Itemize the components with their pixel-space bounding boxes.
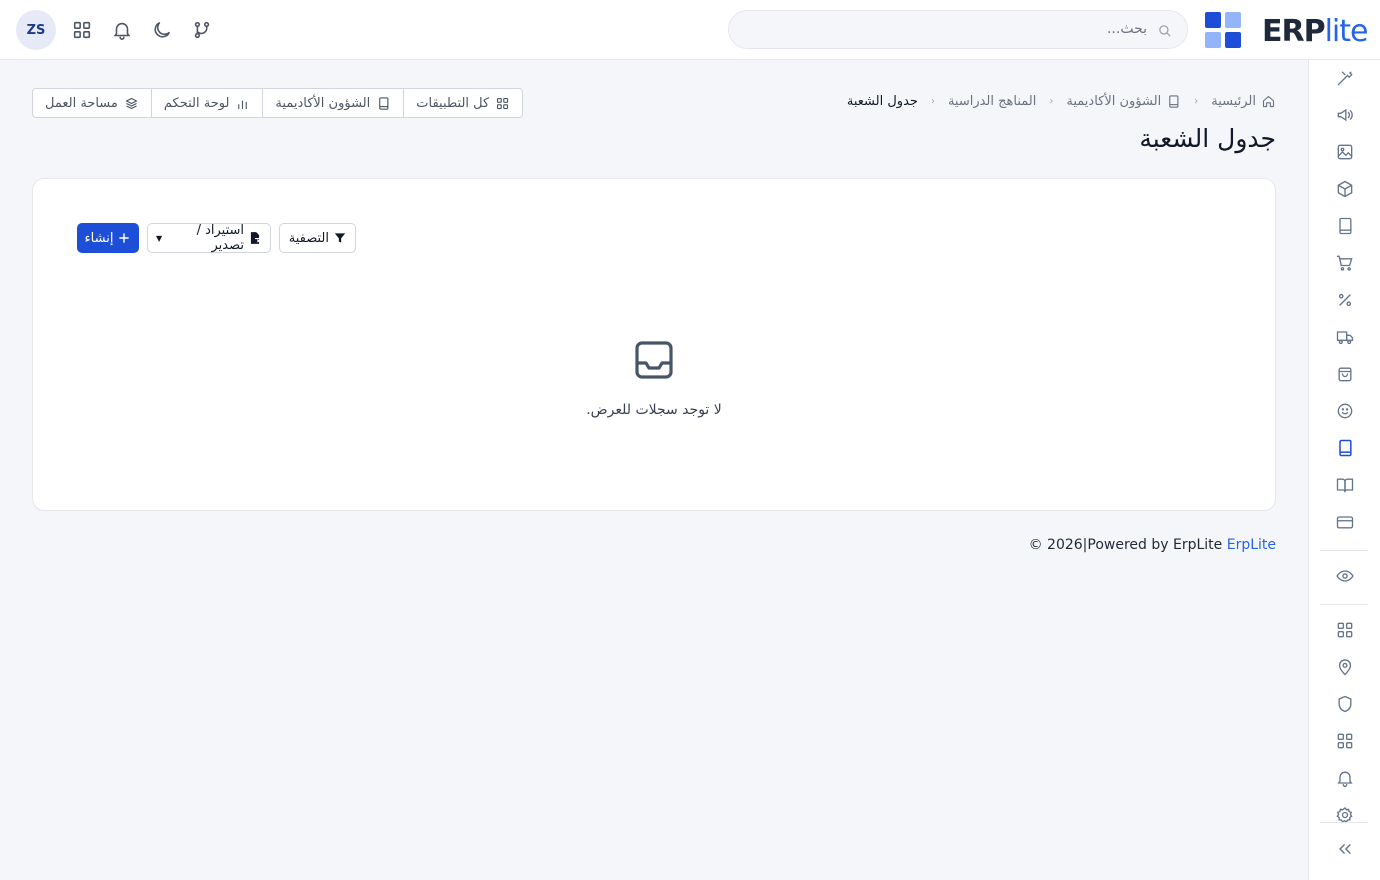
quick-nav-all-apps[interactable]: كل التطبيقات	[403, 89, 522, 117]
quick-nav-workspace[interactable]: مساحة العمل	[33, 89, 151, 117]
bell-icon[interactable]	[111, 19, 133, 41]
tools-icon[interactable]	[1335, 68, 1355, 88]
breadcrumb-label: المناهج الدراسية	[947, 94, 1037, 109]
search-placeholder: بحث...	[1106, 21, 1147, 37]
quick-nav-label: لوحة التحكم	[163, 95, 230, 111]
breadcrumb: الرئيسية ‹ الشؤون الأكاديمية ‹ المناهج ا…	[847, 94, 1276, 109]
book-icon	[1166, 94, 1181, 109]
bar-chart-icon	[235, 96, 250, 111]
footer-text: © 2026|Powered by ErpLite	[1028, 537, 1223, 553]
plus-icon	[117, 231, 131, 245]
logo-accent: lite	[1324, 14, 1369, 49]
percent-icon[interactable]	[1335, 290, 1355, 310]
breadcrumb-label: جدول الشعبة	[846, 94, 918, 109]
book-icon[interactable]	[1335, 438, 1355, 458]
apps-grid-icon[interactable]	[71, 19, 93, 41]
grid-icon[interactable]	[1335, 731, 1355, 751]
top-bar: ZS بحث... ERPlite	[0, 0, 1380, 60]
layers-icon	[124, 96, 139, 111]
breadcrumb-item-curricula[interactable]: المناهج الدراسية	[948, 94, 1036, 109]
breadcrumb-label: الشؤون الأكاديمية	[1066, 94, 1162, 109]
grid-icon	[495, 96, 510, 111]
caret-down-icon: ▼	[156, 233, 163, 243]
inbox-icon	[633, 339, 675, 381]
book-icon	[376, 96, 391, 111]
footer-brand-link[interactable]: ErpLite	[1227, 537, 1276, 553]
sidebar-divider	[1320, 550, 1368, 551]
breadcrumb-item-current: جدول الشعبة	[847, 94, 918, 109]
eye-icon[interactable]	[1335, 566, 1355, 586]
breadcrumb-label: الرئيسية	[1211, 94, 1256, 109]
book-open-icon[interactable]	[1335, 475, 1355, 495]
quick-nav-label: كل التطبيقات	[416, 95, 490, 111]
empty-state-message: لا توجد سجلات للعرض.	[586, 402, 722, 418]
home-icon	[1261, 94, 1276, 109]
filter-button[interactable]: التصفية	[279, 223, 356, 253]
file-export-icon	[248, 231, 262, 245]
image-icon[interactable]	[1335, 142, 1355, 162]
search-input[interactable]: بحث...	[728, 10, 1188, 49]
chevron-left-icon: ‹	[930, 96, 935, 107]
truck-icon[interactable]	[1335, 327, 1355, 347]
shopping-bag-icon[interactable]	[1335, 364, 1355, 384]
notebook-icon[interactable]	[1335, 216, 1355, 236]
breadcrumb-item-academic-affairs[interactable]: الشؤون الأكاديمية	[1066, 94, 1181, 109]
moon-icon[interactable]	[151, 19, 173, 41]
package-icon[interactable]	[1335, 179, 1355, 199]
create-label: إنشاء	[84, 230, 114, 246]
grid-icon[interactable]	[1335, 620, 1355, 640]
cart-icon[interactable]	[1335, 253, 1355, 273]
records-card: إنشاء استيراد / تصدير ▼ التصفية لا توجد …	[32, 178, 1276, 511]
filter-label: التصفية	[288, 230, 329, 246]
quick-nav-dashboard[interactable]: لوحة التحكم	[150, 89, 263, 117]
megaphone-icon[interactable]	[1335, 105, 1355, 125]
collapse-icon[interactable]	[1335, 839, 1355, 859]
quick-nav-label: الشؤون الأكاديمية	[275, 95, 371, 111]
quick-nav-academic-affairs[interactable]: الشؤون الأكاديمية	[262, 89, 403, 117]
sidebar-divider	[1320, 604, 1368, 605]
page-title: جدول الشعبة	[1139, 124, 1276, 153]
filter-icon	[333, 231, 347, 245]
breadcrumb-item-home[interactable]: الرئيسية	[1211, 94, 1276, 109]
sidebar	[1308, 60, 1380, 880]
credit-card-icon[interactable]	[1335, 512, 1355, 532]
create-button[interactable]: إنشاء	[77, 223, 139, 253]
user-avatar[interactable]: ZS	[16, 10, 56, 50]
git-branch-icon[interactable]	[191, 19, 213, 41]
chevron-left-icon: ‹	[1049, 96, 1054, 107]
chevron-left-icon: ‹	[1194, 96, 1199, 107]
sidebar-divider	[1320, 822, 1368, 823]
logo-main: ERP	[1262, 14, 1326, 49]
logo-mark[interactable]	[1205, 12, 1241, 48]
logo-text[interactable]: ERPlite	[1262, 14, 1369, 49]
quick-nav: كل التطبيقات الشؤون الأكاديمية لوحة التح…	[32, 88, 524, 118]
footer: © 2026|Powered by ErpLite ErpLite	[1029, 537, 1276, 553]
smile-icon[interactable]	[1335, 401, 1355, 421]
bell-icon[interactable]	[1335, 768, 1355, 788]
map-pin-icon[interactable]	[1335, 657, 1355, 677]
quick-nav-label: مساحة العمل	[45, 95, 118, 111]
shield-icon[interactable]	[1335, 694, 1355, 714]
import-export-button[interactable]: استيراد / تصدير ▼	[147, 223, 271, 253]
import-export-label: استيراد / تصدير	[196, 223, 244, 253]
search-icon	[1157, 23, 1172, 38]
